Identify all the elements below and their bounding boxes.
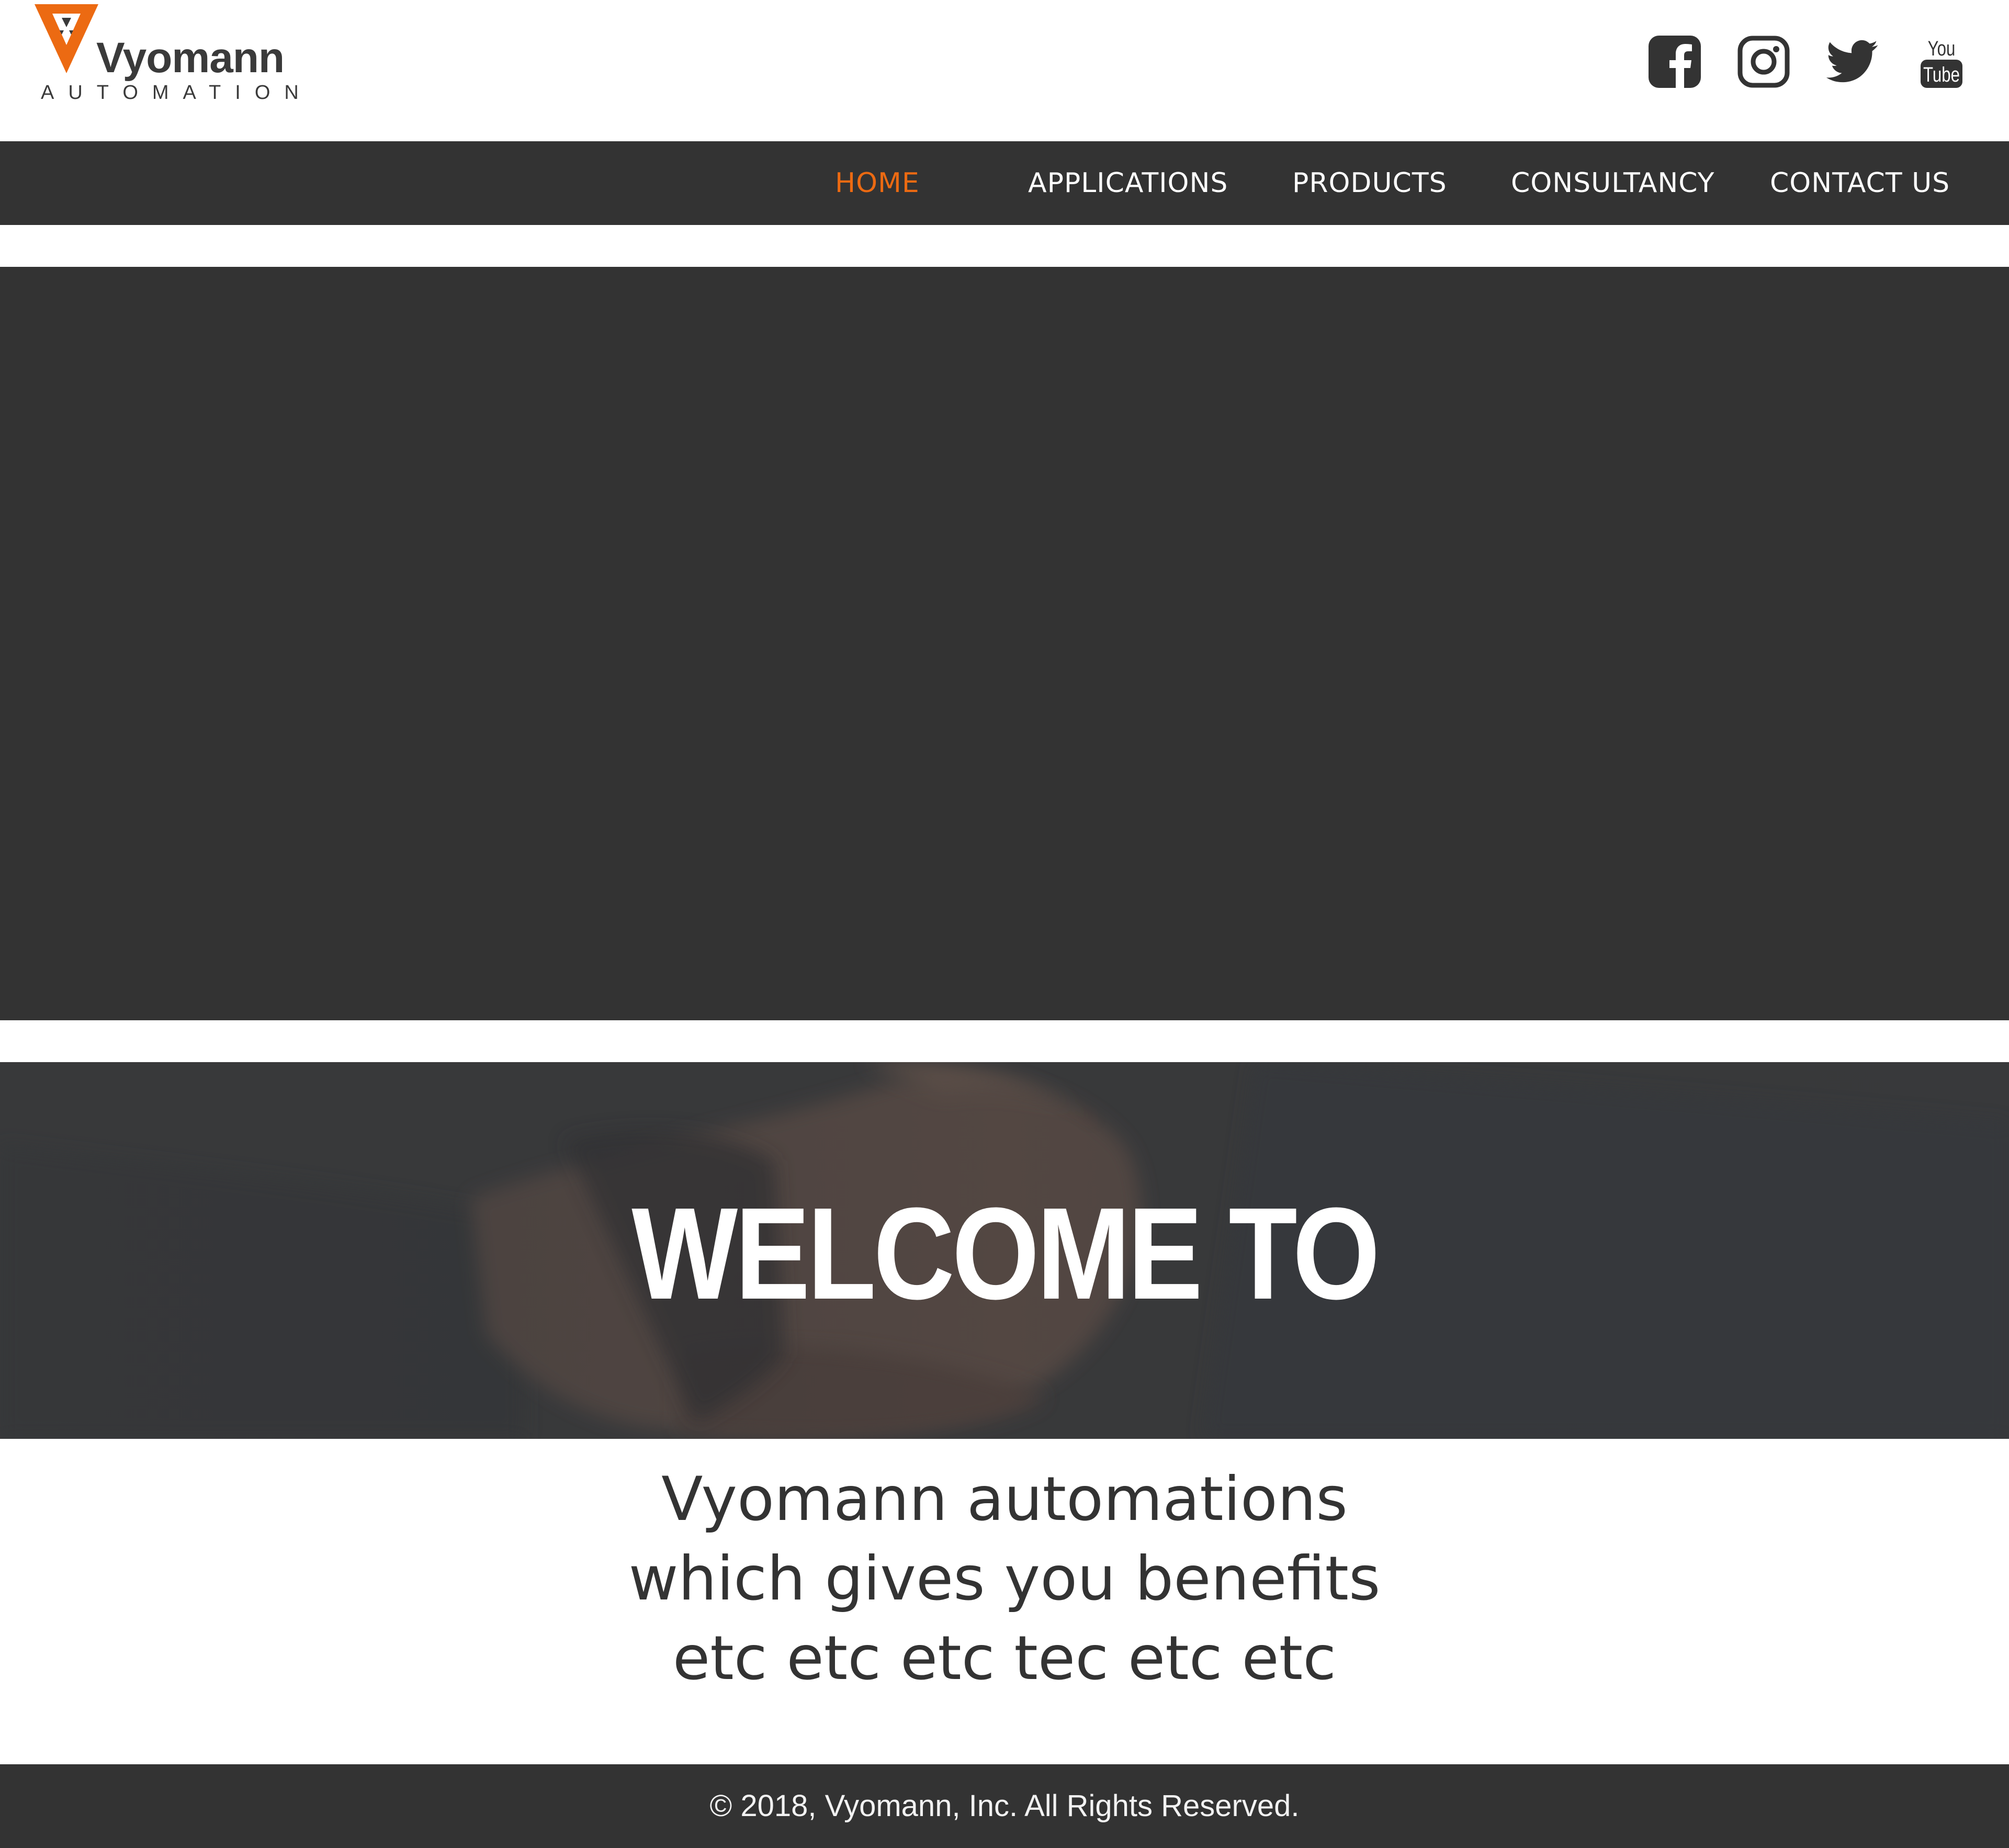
- instagram-icon[interactable]: [1737, 32, 1790, 91]
- youtube-you-label: You: [1928, 37, 1956, 60]
- nav-item-home[interactable]: HOME: [835, 141, 920, 225]
- copyright-text: © 2018, Vyomann, Inc. All Rights Reserve…: [709, 1789, 1300, 1823]
- social-links: You Tube: [1648, 32, 1968, 91]
- banner-slider: [0, 267, 2009, 1020]
- nav-item-products[interactable]: PRODUCTS: [1292, 141, 1447, 225]
- intro-line-1: Vyomann automations: [661, 1464, 1348, 1535]
- nav-item-consultancy[interactable]: CONSULTANCY: [1511, 141, 1714, 225]
- facebook-icon[interactable]: [1648, 32, 1701, 91]
- site-header: Vyomann AUTOMATION You Tube: [0, 0, 2009, 141]
- main-nav: HOME APPLICATIONS PRODUCTS CONSULTANCY C…: [0, 141, 2009, 225]
- intro-line-2: which gives you benefits: [628, 1543, 1381, 1614]
- nav-item-contact-us[interactable]: CONTACT US: [1770, 141, 1950, 225]
- intro-line-3: etc etc etc tec etc etc: [672, 1623, 1337, 1694]
- twitter-icon[interactable]: [1826, 32, 1879, 91]
- youtube-icon[interactable]: You Tube: [1915, 32, 1968, 91]
- intro-text: Vyomann automations which gives you bene…: [0, 1460, 2009, 1698]
- welcome-title: WELCOME TO: [631, 1180, 1380, 1326]
- nav-item-applications[interactable]: APPLICATIONS: [1028, 141, 1228, 225]
- youtube-tube-label: Tube: [1923, 63, 1960, 86]
- brand-name: Vyomann: [96, 34, 285, 82]
- brand-tagline: AUTOMATION: [41, 82, 313, 104]
- site-footer: © 2018, Vyomann, Inc. All Rights Reserve…: [0, 1764, 2009, 1848]
- brand-logo[interactable]: Vyomann AUTOMATION: [35, 4, 299, 104]
- logo-v-mark-icon: [35, 4, 98, 73]
- welcome-hero: WELCOME TO: [0, 1062, 2009, 1439]
